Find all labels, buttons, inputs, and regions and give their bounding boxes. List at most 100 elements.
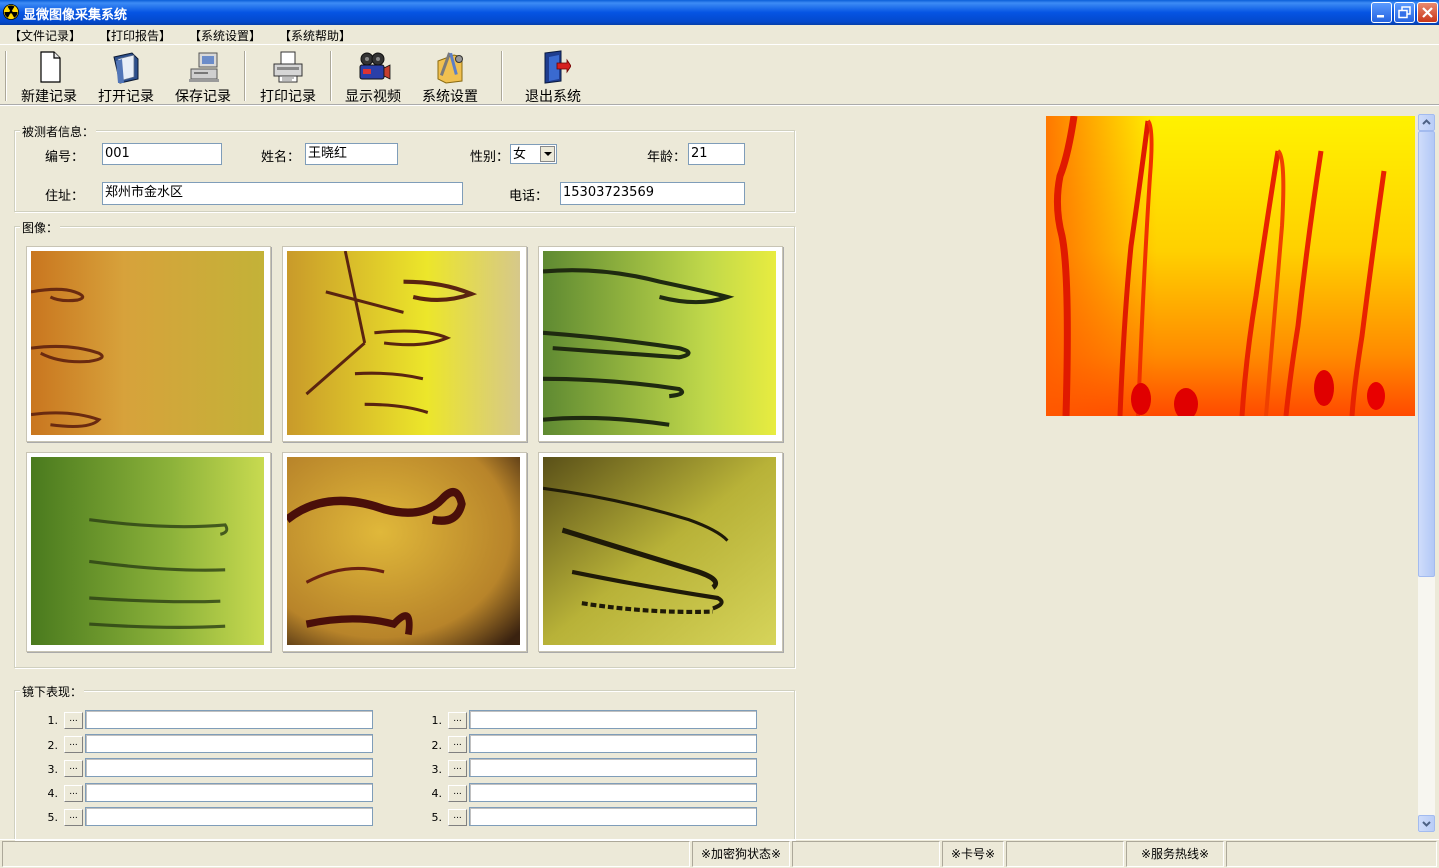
- title-bar: 显微图像采集系统: [0, 0, 1439, 25]
- toolbar: 新建记录 打开记录 保存记录 打印记录 显示视频 系统设置 退出系统: [0, 44, 1439, 106]
- window-title: 显微图像采集系统: [23, 8, 128, 23]
- status-hotline-value: [1226, 841, 1437, 867]
- capillary-image-5[interactable]: [282, 452, 527, 652]
- chevron-down-icon[interactable]: [540, 146, 555, 162]
- id-label: 编号：: [45, 150, 85, 165]
- capillary-image-1[interactable]: [26, 246, 271, 442]
- finding-input-right-5[interactable]: [469, 807, 757, 826]
- live-preview-image: [1046, 116, 1415, 416]
- gender-label: 性别：: [470, 150, 510, 165]
- scroll-thumb[interactable]: [1418, 131, 1435, 577]
- name-input[interactable]: 王晓红: [305, 143, 398, 165]
- chevron-down-icon: [1422, 821, 1431, 827]
- system-settings-button[interactable]: 系统设置: [419, 49, 481, 105]
- menu-print-report[interactable]: 【打印报告】: [99, 27, 171, 44]
- system-settings-label: 系统设置: [422, 89, 478, 105]
- toolbar-separator: [244, 51, 246, 101]
- capillary-image-2-graphic: [287, 251, 520, 435]
- video-camera-icon: [359, 52, 391, 80]
- status-card-value: [1006, 841, 1124, 867]
- show-video-label: 显示视频: [345, 89, 401, 105]
- finding-picker-button[interactable]: ...: [64, 809, 83, 826]
- finding-picker-button[interactable]: ...: [64, 760, 83, 777]
- status-panel-main: [2, 841, 690, 867]
- open-record-button[interactable]: 打开记录: [95, 49, 157, 105]
- finding-input-left-1[interactable]: [85, 710, 373, 729]
- finding-picker-button[interactable]: ...: [448, 809, 467, 826]
- menu-file-record[interactable]: 【文件记录】: [9, 27, 81, 44]
- age-input[interactable]: 21: [688, 143, 745, 165]
- finding-input-right-3[interactable]: [469, 758, 757, 777]
- new-record-label: 新建记录: [21, 89, 77, 105]
- finding-picker-button[interactable]: ...: [64, 785, 83, 802]
- toolbar-separator: [330, 51, 332, 101]
- close-button[interactable]: [1417, 2, 1438, 23]
- scroll-up-button[interactable]: [1418, 114, 1435, 131]
- finding-number: 3.: [47, 763, 59, 776]
- scroll-down-button[interactable]: [1418, 815, 1435, 832]
- gender-select[interactable]: 女: [510, 144, 557, 164]
- capillary-image-2[interactable]: [282, 246, 527, 442]
- finding-input-right-1[interactable]: [469, 710, 757, 729]
- finding-number: 1.: [47, 714, 59, 727]
- exit-door-icon: [544, 50, 571, 84]
- save-computer-icon: [189, 52, 219, 82]
- finding-number: 3.: [431, 763, 443, 776]
- minimize-button[interactable]: [1371, 2, 1392, 23]
- address-input[interactable]: 郑州市金水区: [102, 182, 463, 205]
- toolbar-separator: [501, 51, 503, 101]
- capillary-image-4[interactable]: [26, 452, 271, 652]
- tools-settings-icon: [437, 52, 463, 84]
- status-bar: ※加密狗状态※ ※卡号※ ※服务热线※: [0, 839, 1439, 868]
- age-label: 年龄：: [647, 150, 687, 165]
- capillary-image-5-graphic: [287, 457, 520, 645]
- phone-input[interactable]: 15303723569: [560, 182, 745, 205]
- capillary-image-6-graphic: [543, 457, 776, 645]
- finding-picker-button[interactable]: ...: [448, 760, 467, 777]
- new-record-button[interactable]: 新建记录: [18, 49, 80, 105]
- toolbar-grip: [5, 51, 7, 101]
- menu-bar: 【文件记录】 【打印报告】 【系统设置】 【系统帮助】: [0, 25, 1439, 44]
- restore-icon: [1398, 6, 1411, 19]
- status-dongle-value: [792, 841, 940, 867]
- capillary-image-6[interactable]: [538, 452, 783, 652]
- gender-selected-value: 女: [513, 147, 527, 162]
- finding-input-left-2[interactable]: [85, 734, 373, 753]
- finding-picker-button[interactable]: ...: [64, 712, 83, 729]
- status-card: ※卡号※: [942, 841, 1004, 867]
- vertical-scrollbar[interactable]: [1418, 114, 1435, 832]
- exit-system-button[interactable]: 退出系统: [522, 49, 584, 105]
- menu-system-help[interactable]: 【系统帮助】: [279, 27, 351, 44]
- restore-button[interactable]: [1394, 2, 1415, 23]
- finding-picker-button[interactable]: ...: [448, 736, 467, 753]
- capillary-image-4-graphic: [31, 457, 264, 645]
- finding-input-right-4[interactable]: [469, 783, 757, 802]
- finding-number: 4.: [431, 787, 443, 800]
- finding-picker-button[interactable]: ...: [64, 736, 83, 753]
- finding-input-left-3[interactable]: [85, 758, 373, 777]
- finding-number: 2.: [47, 739, 59, 752]
- finding-number: 2.: [431, 739, 443, 752]
- capillary-image-1-graphic: [31, 251, 264, 435]
- close-icon: [1422, 7, 1433, 18]
- capillary-image-3[interactable]: [538, 246, 783, 442]
- finding-number: 1.: [431, 714, 443, 727]
- minimize-icon: [1377, 15, 1384, 18]
- finding-picker-button[interactable]: ...: [448, 785, 467, 802]
- finding-number: 5.: [431, 811, 443, 824]
- exit-system-label: 退出系统: [525, 89, 581, 105]
- print-record-button[interactable]: 打印记录: [257, 49, 319, 105]
- finding-input-left-4[interactable]: [85, 783, 373, 802]
- open-folder-icon: [113, 52, 139, 84]
- chevron-up-icon: [1422, 119, 1431, 125]
- finding-picker-button[interactable]: ...: [448, 712, 467, 729]
- show-video-button[interactable]: 显示视频: [342, 49, 404, 105]
- radiation-app-icon: [3, 4, 19, 20]
- id-input[interactable]: 001: [102, 143, 222, 165]
- save-record-button[interactable]: 保存记录: [172, 49, 234, 105]
- finding-input-left-5[interactable]: [85, 807, 373, 826]
- menu-system-settings[interactable]: 【系统设置】: [189, 27, 261, 44]
- print-record-label: 打印记录: [260, 89, 316, 105]
- open-record-label: 打开记录: [98, 89, 154, 105]
- finding-input-right-2[interactable]: [469, 734, 757, 753]
